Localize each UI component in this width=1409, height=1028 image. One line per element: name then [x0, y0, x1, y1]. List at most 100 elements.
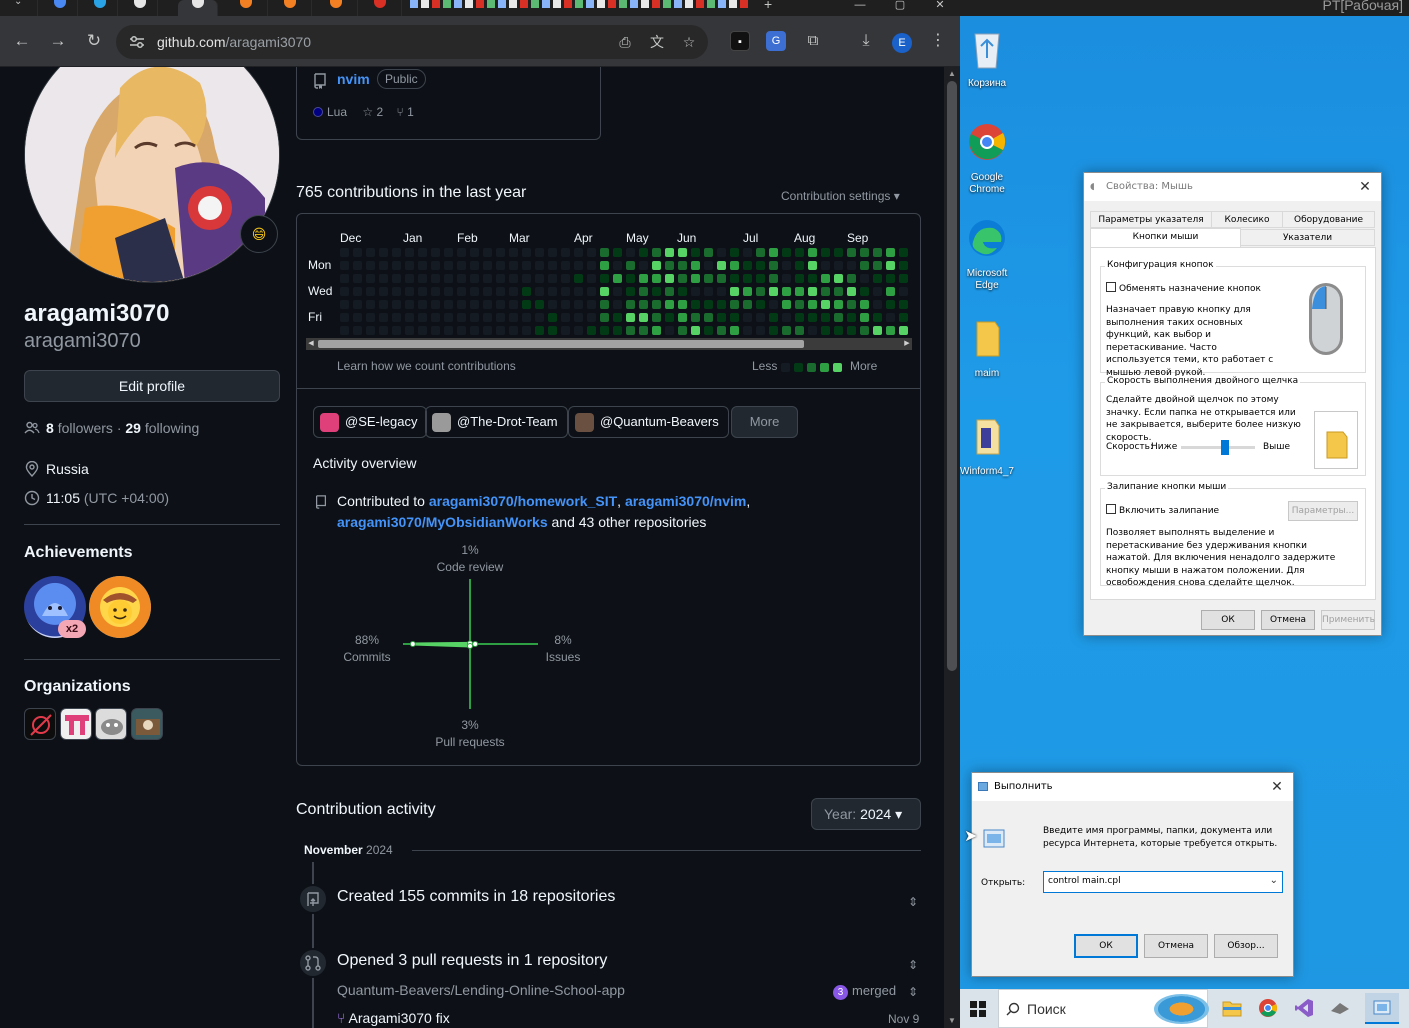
- contribution-day-cell[interactable]: [717, 300, 726, 309]
- contribution-day-cell[interactable]: [600, 326, 609, 335]
- contribution-day-cell[interactable]: [587, 300, 596, 309]
- contribution-day-cell[interactable]: [483, 313, 492, 322]
- contribution-day-cell[interactable]: [756, 326, 765, 335]
- contribution-day-cell[interactable]: [405, 326, 414, 335]
- contribution-day-cell[interactable]: [821, 313, 830, 322]
- page-scrollbar[interactable]: ▲ ▼: [944, 67, 960, 1028]
- contribution-day-cell[interactable]: [470, 248, 479, 257]
- contribution-day-cell[interactable]: [795, 326, 804, 335]
- contribution-day-cell[interactable]: [678, 313, 687, 322]
- contribution-day-cell[interactable]: [704, 300, 713, 309]
- bookmark-star-icon[interactable]: ☆: [679, 33, 699, 51]
- contribution-day-cell[interactable]: [834, 248, 843, 257]
- contribution-day-cell[interactable]: [717, 313, 726, 322]
- tab-5[interactable]: [272, 0, 312, 16]
- contribution-day-cell[interactable]: [873, 326, 882, 335]
- contribution-day-cell[interactable]: [782, 300, 791, 309]
- contribution-day-cell[interactable]: [392, 300, 401, 309]
- contribution-day-cell[interactable]: [405, 287, 414, 296]
- chevron-down-icon[interactable]: ⌄: [1270, 875, 1278, 886]
- contribution-day-cell[interactable]: [691, 248, 700, 257]
- contribution-day-cell[interactable]: [678, 300, 687, 309]
- contribution-day-cell[interactable]: [379, 248, 388, 257]
- contribution-day-cell[interactable]: [717, 261, 726, 270]
- contribution-day-cell[interactable]: [431, 261, 440, 270]
- contribution-day-cell[interactable]: [340, 274, 349, 283]
- contribution-day-cell[interactable]: [522, 261, 531, 270]
- contribution-day-cell[interactable]: [522, 274, 531, 283]
- contribution-day-cell[interactable]: [340, 261, 349, 270]
- contribution-day-cell[interactable]: [847, 248, 856, 257]
- contribution-day-cell[interactable]: [496, 274, 505, 283]
- contribution-day-cell[interactable]: [470, 326, 479, 335]
- contribution-day-cell[interactable]: [366, 300, 375, 309]
- extensions-puzzle-icon[interactable]: ⧉: [803, 31, 823, 51]
- contribution-day-cell[interactable]: [626, 261, 635, 270]
- contribution-day-cell[interactable]: [483, 261, 492, 270]
- contribution-day-cell[interactable]: [743, 248, 752, 257]
- contribution-day-cell[interactable]: [834, 300, 843, 309]
- contribution-day-cell[interactable]: [639, 287, 648, 296]
- contribution-day-cell[interactable]: [496, 300, 505, 309]
- contribution-day-cell[interactable]: [860, 261, 869, 270]
- tab-4[interactable]: [228, 0, 268, 16]
- contribution-day-cell[interactable]: [834, 287, 843, 296]
- contribution-day-cell[interactable]: [899, 300, 908, 309]
- contribution-day-cell[interactable]: [886, 287, 895, 296]
- scroll-right-arrow-icon[interactable]: ▶: [902, 338, 912, 350]
- contribution-day-cell[interactable]: [782, 313, 791, 322]
- org-avatar-1[interactable]: [24, 708, 56, 740]
- contribution-day-cell[interactable]: [548, 313, 557, 322]
- contribution-day-cell[interactable]: [899, 313, 908, 322]
- contribution-day-cell[interactable]: [665, 300, 674, 309]
- contribution-day-cell[interactable]: [574, 287, 583, 296]
- contribution-day-cell[interactable]: [821, 300, 830, 309]
- contribution-day-cell[interactable]: [366, 248, 375, 257]
- contribution-day-cell[interactable]: [730, 326, 739, 335]
- contribution-day-cell[interactable]: [353, 287, 362, 296]
- contribution-day-cell[interactable]: [782, 261, 791, 270]
- windows-start-icon[interactable]: [970, 1001, 986, 1017]
- desktop-icon-chrome[interactable]: Google Chrome: [960, 120, 1018, 196]
- contribution-day-cell[interactable]: [899, 326, 908, 335]
- org-avatar-drot-team[interactable]: [95, 708, 127, 740]
- contribution-day-cell[interactable]: [769, 274, 778, 283]
- contribution-day-cell[interactable]: [392, 313, 401, 322]
- contribution-day-cell[interactable]: [457, 287, 466, 296]
- contribution-day-cell[interactable]: [600, 261, 609, 270]
- contribution-day-cell[interactable]: [756, 261, 765, 270]
- fold-icon[interactable]: ⇕: [906, 985, 920, 999]
- translate-extension-icon[interactable]: G: [766, 31, 786, 51]
- contribution-day-cell[interactable]: [730, 248, 739, 257]
- org-filter-drot-team[interactable]: @The-Drot-Team: [425, 406, 568, 438]
- file-explorer-icon[interactable]: [1222, 999, 1242, 1017]
- contribution-day-cell[interactable]: [652, 313, 661, 322]
- contribution-day-cell[interactable]: [613, 248, 622, 257]
- ok-button[interactable]: ОК: [1201, 610, 1255, 630]
- contribution-day-cell[interactable]: [834, 313, 843, 322]
- contribution-day-cell[interactable]: [769, 261, 778, 270]
- click-lock-checkbox[interactable]: Включить залипание: [1106, 504, 1219, 518]
- run-taskbar-button[interactable]: [1365, 993, 1399, 1024]
- scrollbar-thumb[interactable]: [947, 81, 957, 671]
- contribution-day-cell[interactable]: [652, 300, 661, 309]
- apply-button[interactable]: Применить: [1321, 610, 1375, 630]
- contribution-day-cell[interactable]: [847, 274, 856, 283]
- more-orgs-button[interactable]: More: [731, 406, 798, 438]
- contribution-day-cell[interactable]: [743, 313, 752, 322]
- contribution-day-cell[interactable]: [366, 313, 375, 322]
- contribution-day-cell[interactable]: [886, 300, 895, 309]
- contribution-day-cell[interactable]: [418, 287, 427, 296]
- contribution-day-cell[interactable]: [392, 248, 401, 257]
- contribution-day-cell[interactable]: [704, 313, 713, 322]
- app-taskbar-icon[interactable]: [1330, 1001, 1350, 1015]
- contribution-day-cell[interactable]: [353, 313, 362, 322]
- contribution-day-cell[interactable]: [808, 274, 817, 283]
- contribution-day-cell[interactable]: [886, 274, 895, 283]
- edit-profile-button[interactable]: Edit profile: [24, 370, 280, 402]
- contribution-day-cell[interactable]: [834, 261, 843, 270]
- repo-link-homework[interactable]: aragami3070/homework_SIT: [429, 493, 617, 509]
- open-combobox[interactable]: control main.cpl ⌄: [1043, 871, 1283, 893]
- contribution-day-cell[interactable]: [405, 313, 414, 322]
- contribution-day-cell[interactable]: [561, 248, 570, 257]
